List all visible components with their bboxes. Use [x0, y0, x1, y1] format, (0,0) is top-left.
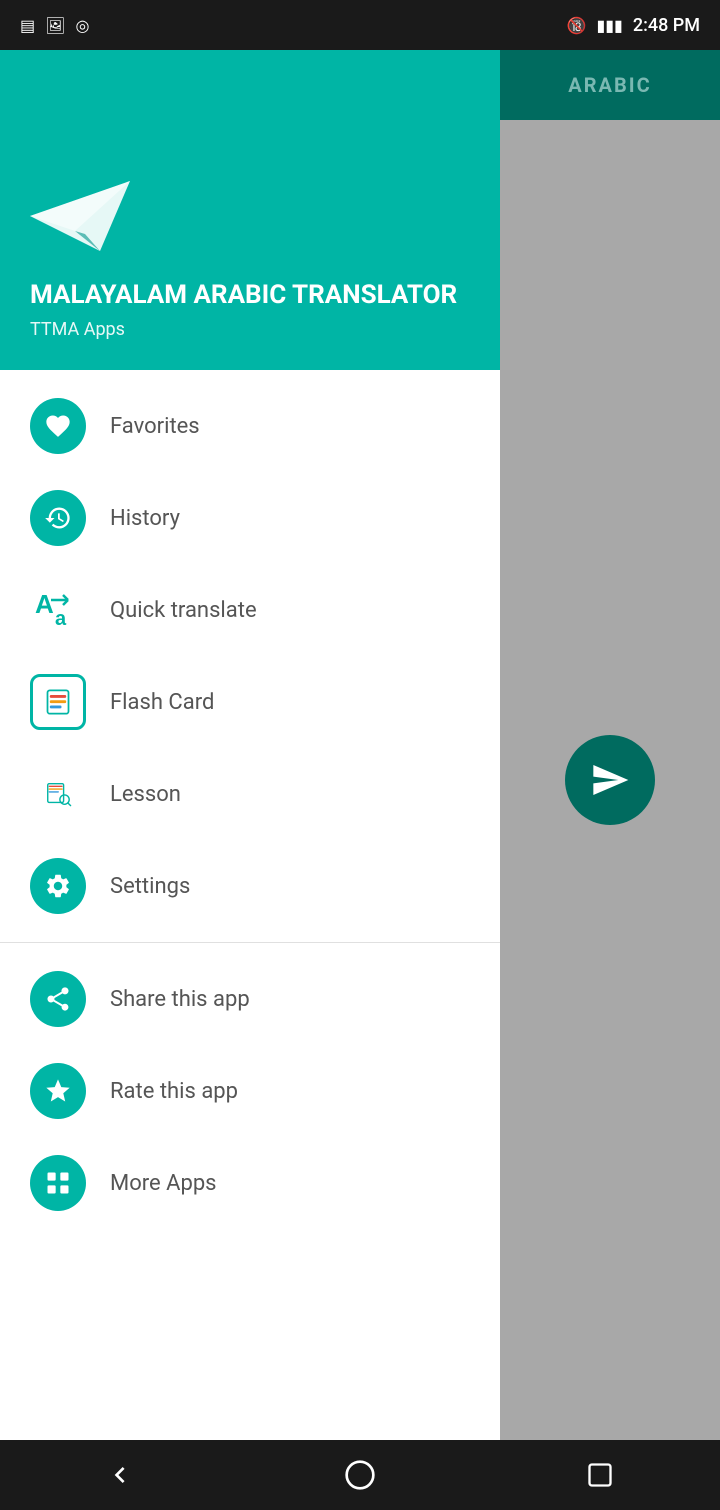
send-icon [590, 760, 630, 800]
history-icon-circle [30, 490, 86, 546]
heart-icon [44, 412, 72, 440]
settings-icon [44, 872, 72, 900]
app-logo [30, 176, 470, 260]
lesson-label: Lesson [110, 782, 181, 807]
app-icon-1: ▤ [20, 16, 35, 35]
drawer-menu: Favorites History A a [0, 370, 500, 1440]
back-button[interactable] [90, 1445, 150, 1505]
main-container: MALAYALAM ARABIC TRANSLATOR TTMA Apps Fa… [0, 50, 720, 1440]
flash-card-icon-circle [30, 674, 86, 730]
nav-bar [0, 1440, 720, 1510]
flash-card-label: Flash Card [110, 690, 214, 715]
rate-label: Rate this app [110, 1079, 238, 1104]
navigation-drawer: MALAYALAM ARABIC TRANSLATOR TTMA Apps Fa… [0, 50, 500, 1440]
app-icon-2: 🖼 [45, 16, 65, 35]
recents-button[interactable] [570, 1445, 630, 1505]
more-apps-icon-circle [30, 1155, 86, 1211]
menu-item-favorites[interactable]: Favorites [0, 380, 500, 472]
menu-item-quick-translate[interactable]: A a Quick translate [0, 564, 500, 656]
menu-item-more-apps[interactable]: More Apps [0, 1137, 500, 1229]
lesson-icon [44, 780, 72, 808]
translate-button[interactable] [565, 735, 655, 825]
right-panel: ARABIC [500, 50, 720, 1440]
drawer-header: MALAYALAM ARABIC TRANSLATOR TTMA Apps [0, 50, 500, 370]
share-label: Share this app [110, 987, 250, 1012]
battery-icon: ▮▮▮ [596, 16, 622, 35]
share-icon [44, 985, 72, 1013]
right-header: ARABIC [500, 50, 720, 120]
settings-label: Settings [110, 874, 190, 899]
share-icon-circle [30, 971, 86, 1027]
app-icon-3: ◎ [75, 16, 89, 35]
grid-icon [44, 1169, 72, 1197]
quick-translate-icon: A a [30, 582, 86, 638]
history-label: History [110, 506, 180, 531]
quick-translate-label: Quick translate [110, 598, 257, 623]
status-bar: ▤ 🖼 ◎ 🔞 ▮▮▮ 2:48 PM [0, 0, 720, 50]
favorites-label: Favorites [110, 414, 200, 439]
rate-icon-circle [30, 1063, 86, 1119]
menu-item-rate[interactable]: Rate this app [0, 1045, 500, 1137]
settings-icon-circle [30, 858, 86, 914]
menu-item-settings[interactable]: Settings [0, 840, 500, 932]
clock-icon [44, 504, 72, 532]
menu-item-lesson[interactable]: Lesson [0, 748, 500, 840]
menu-item-history[interactable]: History [0, 472, 500, 564]
menu-item-share[interactable]: Share this app [0, 953, 500, 1045]
right-header-text: ARABIC [568, 73, 651, 97]
favorites-icon-circle [30, 398, 86, 454]
flashcard-icon [44, 688, 72, 716]
star-icon [44, 1077, 72, 1105]
more-apps-label: More Apps [110, 1171, 217, 1196]
status-time: 2:48 PM [633, 15, 700, 36]
svg-text:A: A [35, 589, 54, 619]
app-subtitle: TTMA Apps [30, 319, 470, 340]
app-title: MALAYALAM ARABIC TRANSLATOR [30, 280, 470, 311]
svg-text:a: a [55, 608, 67, 630]
sim-icon: 🔞 [567, 16, 587, 35]
lesson-icon-wrap [30, 766, 86, 822]
menu-item-flash-card[interactable]: Flash Card [0, 656, 500, 748]
right-content [500, 120, 720, 1440]
menu-divider [0, 942, 500, 943]
home-button[interactable] [330, 1445, 390, 1505]
